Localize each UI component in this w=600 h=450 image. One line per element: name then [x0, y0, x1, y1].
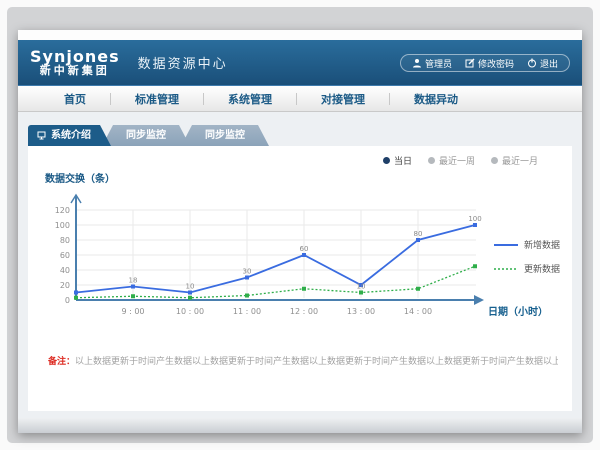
- data-point: [188, 296, 192, 300]
- app-window: Synjones 新中新集团 数据资源中心 管理员 修改密码 退出 首页 标准管…: [18, 30, 582, 433]
- monitor-icon: [37, 131, 46, 140]
- line-chart: 0 20 40 60 80 100 120 9 : 00 10 : 00 11 : 00 12 : …: [36, 188, 566, 326]
- x-axis-title: 日期（小时）: [488, 305, 548, 318]
- filter-last-month-label: 最近一月: [502, 154, 538, 167]
- filter-last-month[interactable]: 最近一月: [491, 154, 538, 167]
- brand-logo: Synjones 新中新集团: [30, 48, 120, 78]
- nav-item-standard-mgmt[interactable]: 标准管理: [111, 91, 203, 107]
- radio-selected-icon: [383, 157, 390, 164]
- data-point: [245, 276, 249, 280]
- note-text: 以上数据更新于时间产生数据以上数据更新于时间产生数据以上数据更新于时间产生数据以…: [75, 357, 558, 367]
- legend-item-updated-data: 更新数据: [494, 262, 560, 275]
- power-icon: [527, 58, 537, 68]
- data-point: [74, 291, 78, 295]
- data-label: 60: [300, 245, 309, 253]
- x-tick-label: 12 : 00: [290, 307, 318, 316]
- user-menu-admin[interactable]: 管理员: [412, 57, 452, 70]
- tab-system-intro[interactable]: 系统介绍: [28, 125, 111, 146]
- user-icon: [412, 58, 422, 68]
- y-tick-label: 60: [60, 251, 70, 260]
- radio-icon: [491, 157, 498, 164]
- data-label: 18: [129, 277, 138, 285]
- data-label: 10: [186, 283, 195, 291]
- card-top-strip: [18, 30, 582, 40]
- tab-sync-monitor-2-label: 同步监控: [205, 130, 245, 141]
- logout-button[interactable]: 退出: [527, 57, 558, 70]
- nav-item-home[interactable]: 首页: [40, 91, 110, 107]
- data-point: [359, 291, 363, 295]
- chart-container: 0 20 40 60 80 100 120 9 : 00 10 : 00 11 : 00 12 : …: [36, 188, 566, 330]
- nav-item-data-change[interactable]: 数据异动: [390, 91, 482, 107]
- data-point: [416, 238, 420, 242]
- note-label: 备注：: [48, 357, 75, 367]
- data-point: [473, 223, 477, 227]
- data-point: [302, 253, 306, 257]
- data-point: [188, 291, 192, 295]
- edit-icon: [465, 58, 475, 68]
- data-label: 10: [357, 283, 366, 291]
- app-header: Synjones 新中新集团 数据资源中心 管理员 修改密码 退出: [18, 40, 582, 86]
- brand-name: Synjones: [30, 48, 120, 66]
- data-label: 30: [243, 268, 252, 276]
- data-point: [245, 294, 249, 298]
- green-dotted-sample-icon: [494, 266, 518, 272]
- y-axis-title: 数据交换（条）: [45, 170, 115, 185]
- x-tick-label: 11 : 00: [233, 307, 261, 316]
- user-menu: 管理员 修改密码 退出: [400, 54, 570, 72]
- user-menu-admin-label: 管理员: [425, 57, 452, 70]
- filter-today-label: 当日: [394, 154, 412, 167]
- data-point: [473, 264, 477, 268]
- data-point: [131, 285, 135, 289]
- tab-sync-monitor-1-label: 同步监控: [126, 130, 166, 141]
- data-point: [74, 296, 78, 300]
- x-tick-label: 13 : 00: [347, 307, 375, 316]
- chart-panel: 当日 最近一周 最近一月 数据交换（条） 0 20 40 60 80 100 120 9 : …: [28, 146, 572, 411]
- chart-legend: 新增数据 更新数据: [494, 236, 560, 277]
- tab-system-intro-label: 系统介绍: [51, 125, 91, 146]
- tab-sync-monitor-1[interactable]: 同步监控: [102, 125, 190, 146]
- x-tick-label: 10 : 00: [176, 307, 204, 316]
- y-tick-label: 40: [60, 266, 70, 275]
- footer-note: 备注：以上数据更新于时间产生数据以上数据更新于时间产生数据以上数据更新于时间产生…: [48, 354, 558, 367]
- data-point: [416, 287, 420, 291]
- content-area: 系统介绍 同步监控 同步监控 当日 最近一周: [18, 112, 582, 433]
- nav-item-interface-mgmt[interactable]: 对接管理: [297, 91, 389, 107]
- nav-item-system-mgmt[interactable]: 系统管理: [204, 91, 296, 107]
- x-tick-label: 9 : 00: [121, 307, 144, 316]
- filter-last-week[interactable]: 最近一周: [428, 154, 475, 167]
- data-point: [302, 287, 306, 291]
- y-tick-label: 0: [65, 296, 70, 305]
- change-password-button[interactable]: 修改密码: [465, 57, 514, 70]
- time-range-filters: 当日 最近一周 最近一月: [383, 154, 538, 167]
- tab-bar: 系统介绍 同步监控 同步监控: [28, 125, 582, 146]
- x-tick-label: 14 : 00: [404, 307, 432, 316]
- logout-label: 退出: [540, 57, 558, 70]
- data-label: 80: [414, 230, 423, 238]
- y-tick-label: 20: [60, 281, 70, 290]
- filter-today[interactable]: 当日: [383, 154, 412, 167]
- change-password-label: 修改密码: [478, 57, 514, 70]
- data-point: [131, 294, 135, 298]
- legend-updated-data-label: 更新数据: [524, 262, 560, 275]
- legend-item-new-data: 新增数据: [494, 238, 560, 251]
- main-nav: 首页 标准管理 系统管理 对接管理 数据异动: [18, 86, 582, 112]
- y-tick-label: 80: [60, 236, 70, 245]
- y-tick-label: 120: [55, 206, 70, 215]
- brand-company: 新中新集团: [40, 65, 110, 77]
- tab-sync-monitor-2[interactable]: 同步监控: [181, 125, 269, 146]
- legend-new-data-label: 新增数据: [524, 238, 560, 251]
- x-axis-arrow-icon: [474, 295, 484, 305]
- y-tick-label: 100: [55, 221, 70, 230]
- page-title: 数据资源中心: [138, 53, 228, 72]
- radio-icon: [428, 157, 435, 164]
- card-bottom-strip: [18, 418, 582, 433]
- data-label: 100: [468, 215, 481, 223]
- blue-line-sample-icon: [494, 242, 518, 248]
- filter-last-week-label: 最近一周: [439, 154, 475, 167]
